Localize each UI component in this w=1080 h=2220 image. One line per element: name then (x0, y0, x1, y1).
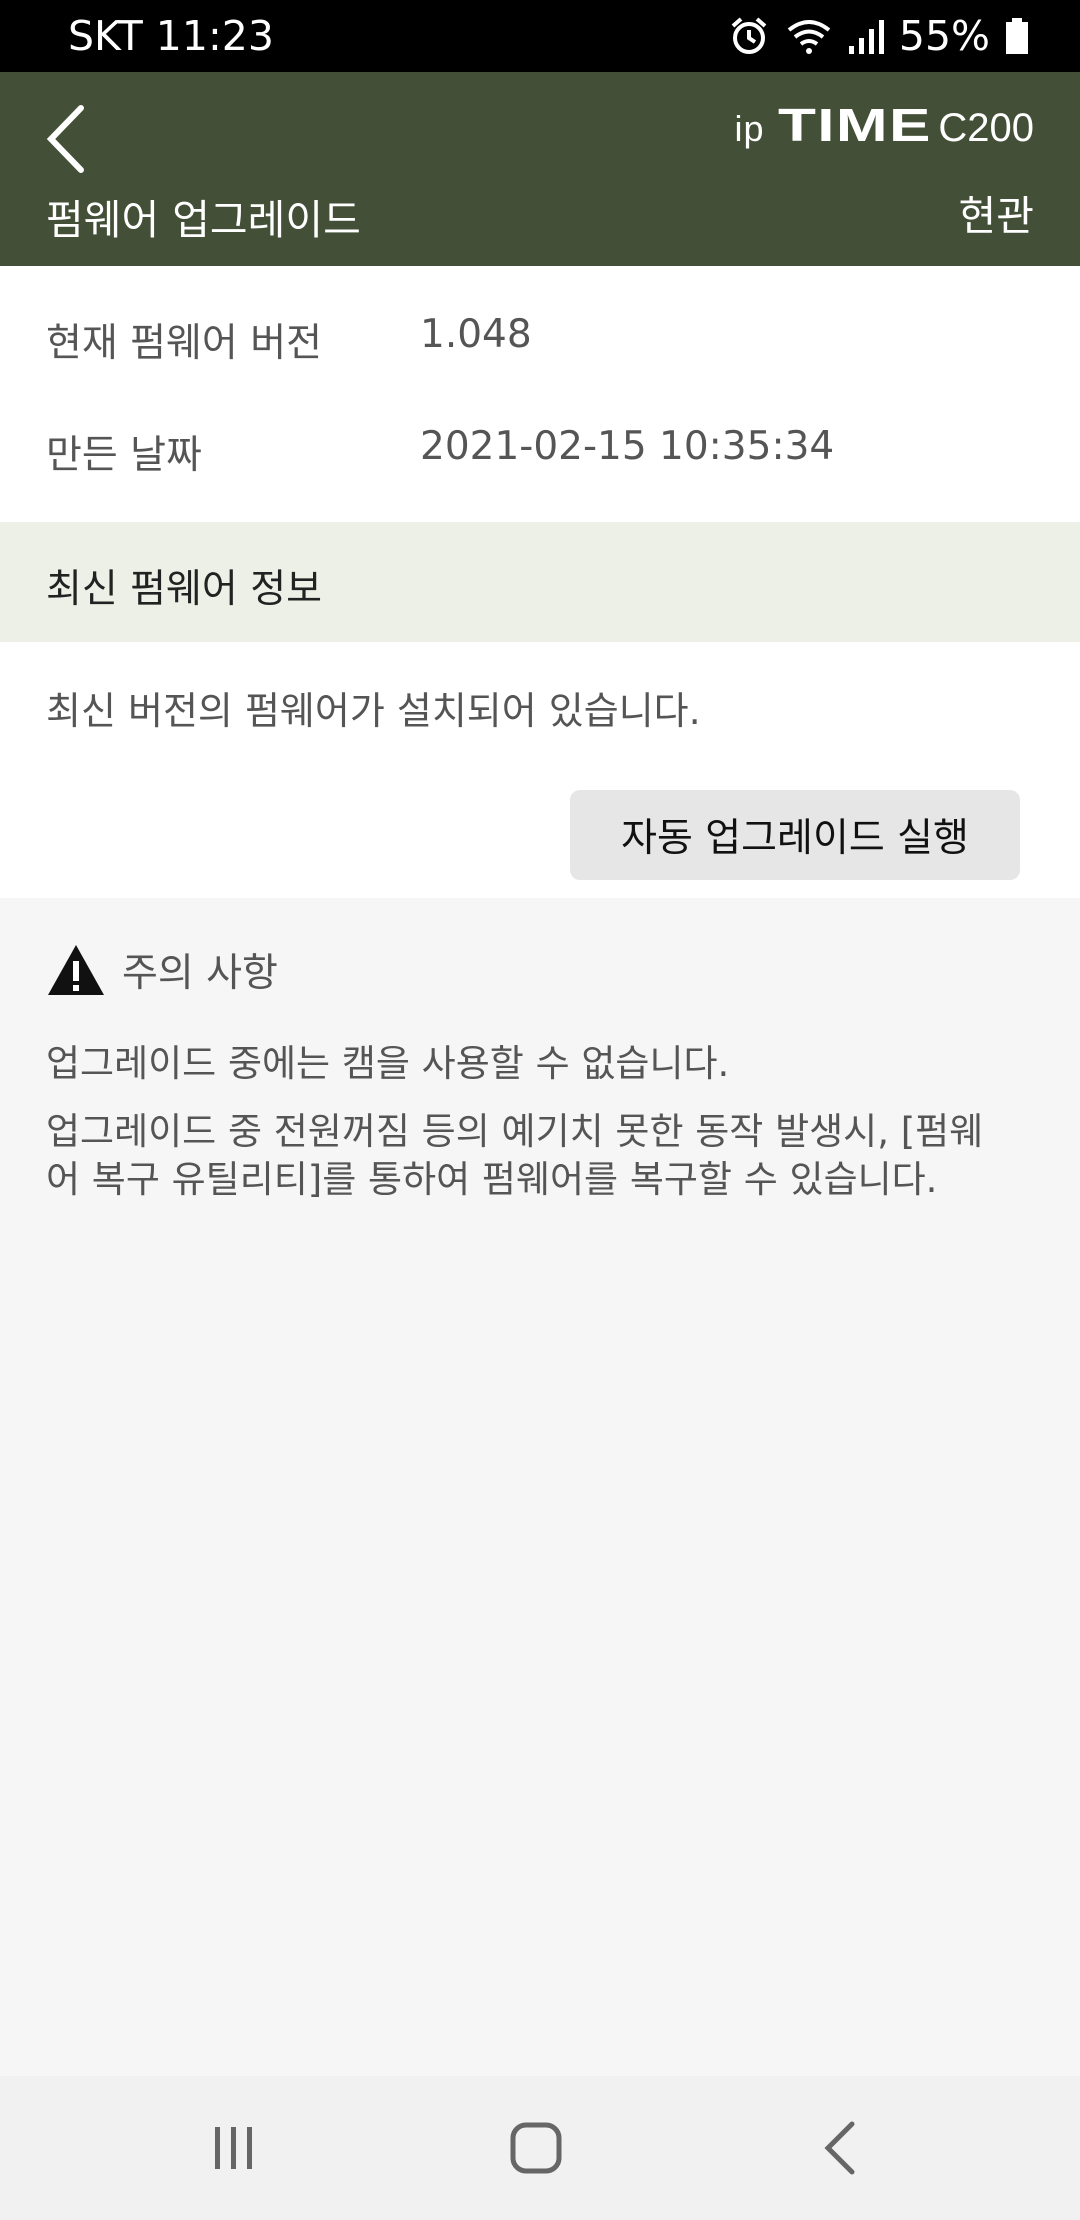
recents-button[interactable] (194, 2116, 274, 2180)
chevron-left-icon (46, 105, 84, 173)
logo-ip: ip (734, 108, 765, 149)
auto-upgrade-button[interactable]: 자동 업그레이드 실행 (570, 790, 1020, 880)
warning-icon (48, 945, 104, 995)
iptime-logo: ip TIME C200 (734, 98, 1034, 152)
firmware-version-label: 현재 펌웨어 버전 (46, 321, 322, 366)
caution-line-1: 업그레이드 중에는 캠을 사용할 수 없습니다. (46, 1042, 730, 1085)
caution-line-2: 업그레이드 중 전원꺼짐 등의 예기치 못한 동작 발생시, [펌웨어 복구 유… (46, 1110, 984, 1201)
caution-section: 주의 사항 업그레이드 중에는 캠을 사용할 수 없습니다. 업그레이드 중 전… (0, 898, 1080, 2076)
latest-firmware-title: 최신 펌웨어 정보 (46, 567, 322, 612)
latest-firmware-message: 최신 버전의 펌웨어가 설치되어 있습니다. (46, 689, 701, 733)
wifi-icon (785, 16, 833, 56)
caution-header: 주의 사항 (46, 942, 278, 998)
status-bar: SKT 11:23 55% (0, 0, 1080, 72)
build-date-value: 2021-02-15 10:35:34 (420, 424, 835, 469)
camera-name[interactable]: 현관 (959, 190, 1034, 242)
recents-icon (215, 2127, 252, 2169)
battery-percent: 55% (898, 12, 990, 60)
home-icon (510, 2122, 562, 2174)
home-button[interactable] (496, 2116, 576, 2180)
alarm-icon (727, 14, 771, 58)
current-firmware-info: 현재 펌웨어 버전 1.048 만든 날짜 2021-02-15 10:35:3… (0, 266, 1080, 522)
app-header: ip TIME C200 펌웨어 업그레이드 현관 (0, 72, 1080, 266)
caution-title: 주의 사항 (122, 951, 278, 996)
page-title: 펌웨어 업그레이드 (46, 196, 361, 244)
firmware-version-value: 1.048 (420, 312, 532, 357)
logo-time: TIME (778, 99, 933, 151)
latest-firmware-body: 최신 버전의 펌웨어가 설치되어 있습니다. 자동 업그레이드 실행 (0, 642, 1080, 898)
latest-firmware-header: 최신 펌웨어 정보 (0, 522, 1080, 642)
build-date-label: 만든 날짜 (46, 433, 202, 478)
carrier-time: SKT 11:23 (68, 12, 274, 60)
battery-icon (1004, 16, 1030, 56)
device-model: C200 (938, 106, 1034, 150)
back-button[interactable] (30, 94, 100, 184)
status-icons: 55% (727, 10, 1030, 62)
system-nav-bar (0, 2076, 1080, 2220)
back-icon (824, 2121, 855, 2175)
signal-icon (847, 16, 885, 56)
system-back-button[interactable] (800, 2116, 880, 2180)
